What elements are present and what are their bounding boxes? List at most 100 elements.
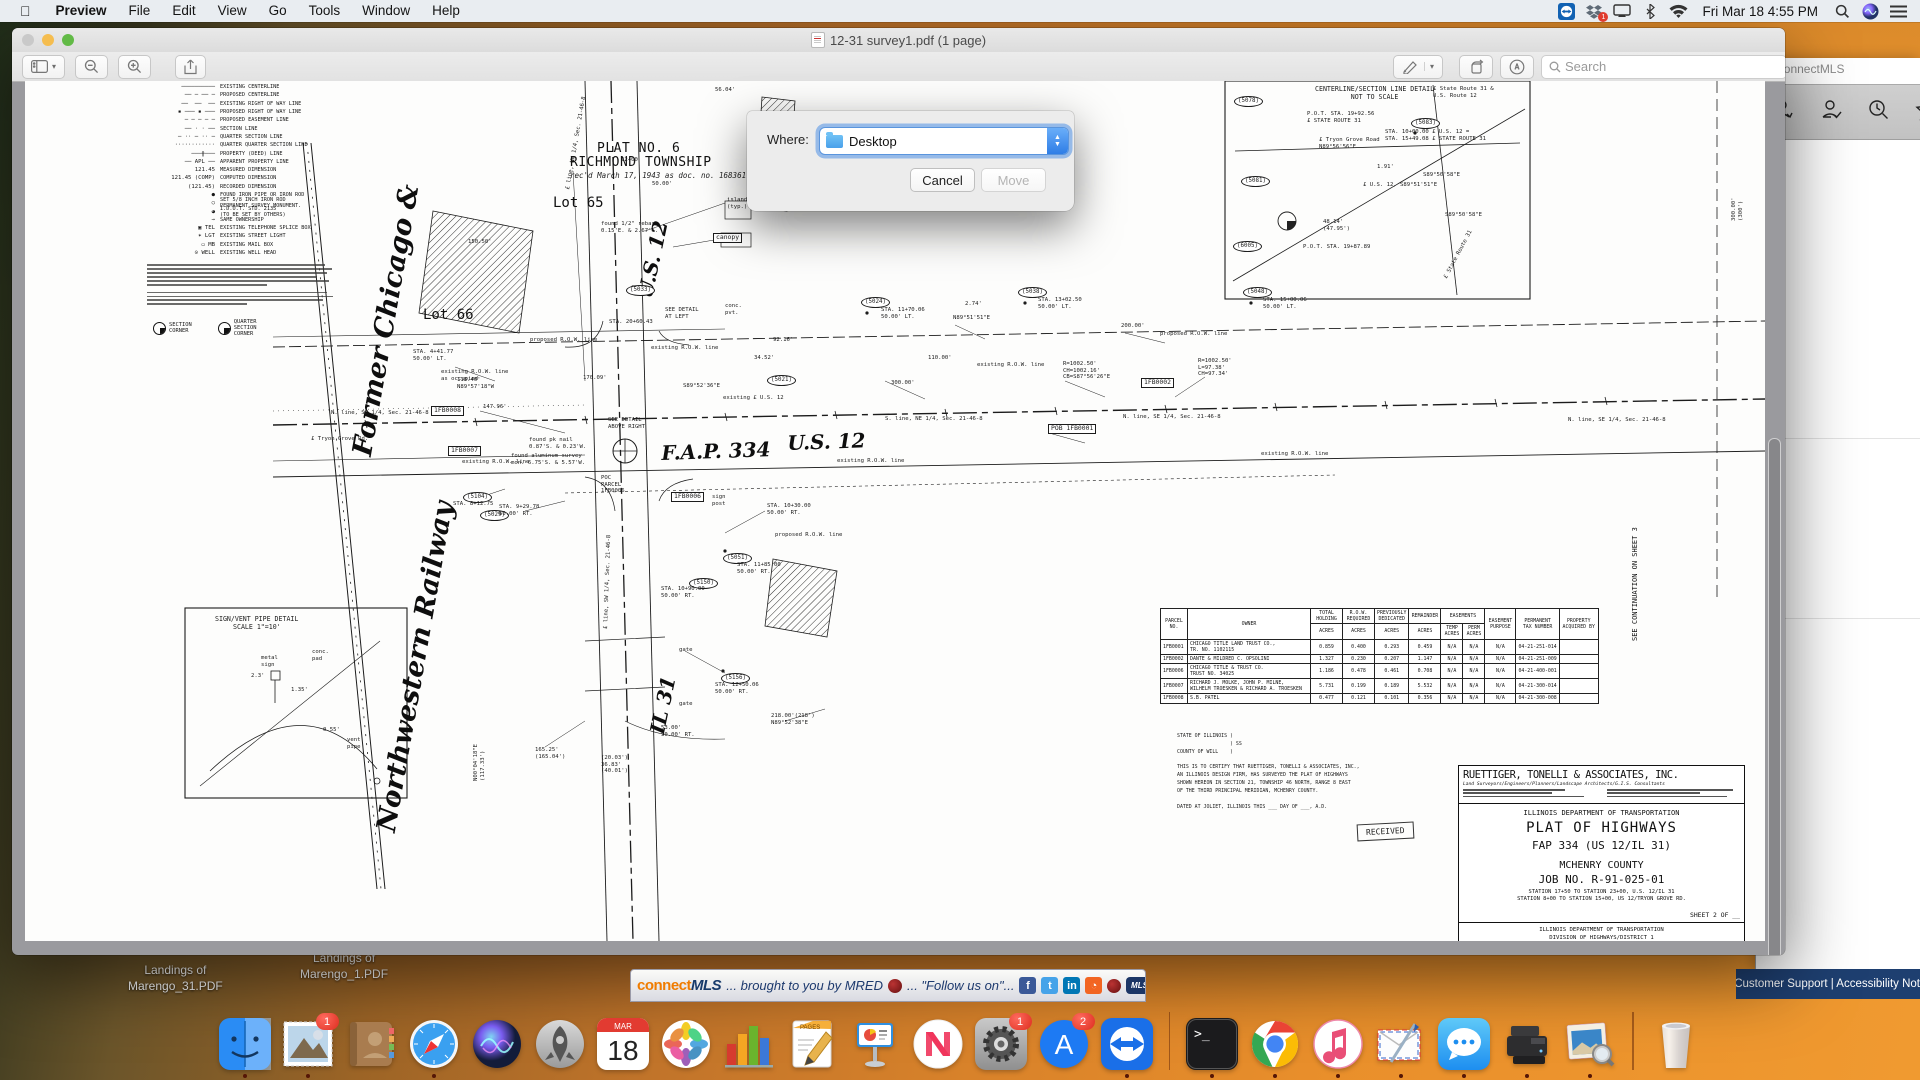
survey-annotation: STA. 15+00.06 50.00' LT. [1263,297,1307,310]
survey-annotation: 2.74' [965,301,982,308]
location-popup[interactable]: Desktop ▲▼ [819,127,1069,155]
display-status-icon[interactable] [1612,2,1632,20]
menu-help[interactable]: Help [421,0,471,22]
survey-annotation: existing R.O.W. line [1261,451,1328,458]
survey-annotation: vent pipe [347,737,360,750]
dock-icon-keynote[interactable] [849,1018,901,1070]
where-label: Where: [767,132,809,147]
legend-row: ── ─ ── ─PROPOSED CENTERLINE [141,91,311,99]
survey-annotation: 2.3' [251,673,264,680]
dock-icon-safari[interactable] [408,1018,460,1070]
dropbox-status-icon[interactable]: 1 [1584,2,1604,20]
desktop-screen:  Preview FileEditViewGoToolsWindowHelp … [0,0,1920,1080]
legend-row: ───╫───PROPERTY (DEED) LINE [141,149,311,157]
legend-row: 121.45 (COMP)COMPUTED DIMENSION [141,174,311,182]
detail-tr-title: CENTERLINE/SECTION LINE DETAILNOT TO SCA… [1315,85,1434,101]
menu-view[interactable]: View [207,0,258,22]
dock-icon-printer[interactable] [1501,1018,1553,1070]
survey-annotation: 22+00 [621,157,638,164]
drawing-label: Lot 65 [553,195,604,211]
dock-icon-app-store[interactable]: A2 [1038,1018,1090,1070]
zoom-button[interactable] [62,34,74,46]
markup-toolbar-button[interactable] [1500,55,1534,79]
survey-annotation: POB 1FB0001 [1048,424,1096,434]
cancel-button[interactable]: Cancel [910,168,975,192]
running-indicator [1525,1074,1529,1078]
vertical-scrollbar-thumb[interactable] [1768,438,1781,955]
menu-bar:  Preview FileEditViewGoToolsWindowHelp … [0,0,1920,22]
teamviewer-status-icon[interactable] [1556,2,1576,20]
menu-file[interactable]: File [118,0,162,22]
survey-annotation: R=1002.50' L=97.38' CH=97.34' [1198,358,1232,378]
survey-annotation: canopy [713,233,742,243]
menu-clock[interactable]: Fri Mar 18 4:55 PM [1696,4,1824,19]
survey-annotation: P.O.T. STA. 19+92.56 £ STATE ROUTE 31 [1307,111,1374,124]
legend-row: ─ ·· ─ ·· ─QUARTER SECTION LINE [141,133,311,141]
dock-icon-preview[interactable] [1564,1018,1616,1070]
dock-icon-news[interactable] [912,1018,964,1070]
dock-icon-siri[interactable] [471,1018,523,1070]
dock-icon-finder[interactable] [219,1018,271,1070]
menu-edit[interactable]: Edit [161,0,206,22]
dock-icon-messages[interactable] [1438,1018,1490,1070]
move-dialog-sheet: Where: Desktop ▲▼ Cancel Move [747,111,1074,211]
route-line: FAP 334 (US 12/IL 31) [1463,839,1740,852]
survey-annotation: STA. 11+85.00 50.00' RT. [737,562,781,575]
wifi-status-icon[interactable] [1668,2,1688,20]
dock-badge: 1 [316,1013,339,1030]
dock-separator [1169,1012,1171,1070]
title-bar[interactable]: 12-31 survey1.pdf (1 page) [12,28,1785,53]
menu-go[interactable]: Go [258,0,298,22]
legend-row: ──────────EXISTING CENTERLINE [141,83,311,91]
contact-check-icon[interactable] [1818,97,1844,128]
move-button[interactable]: Move [981,168,1046,192]
search-field[interactable]: Search [1541,55,1785,79]
dock-icon-teamviewer[interactable] [1101,1018,1153,1070]
zoom-in-button[interactable] [118,55,151,79]
rotate-button[interactable] [1459,55,1493,79]
menu-tools[interactable]: Tools [298,0,352,22]
legend-row: ▭ MBEXISTING MAIL BOX [141,241,311,249]
dock-icon-calendar[interactable]: MAR18 [597,1018,649,1070]
dock-icon-chrome[interactable] [1249,1018,1301,1070]
dock-icon-launchpad[interactable] [534,1018,586,1070]
search-history-icon[interactable] [1866,97,1892,128]
dock-icon-system-preferences[interactable]: 1 [975,1018,1027,1070]
favorites-star-icon[interactable] [1914,97,1920,128]
preview-toolbar: ▾ ▾ Search [12,52,1785,82]
dock-icon-trash[interactable] [1650,1018,1702,1070]
survey-annotation: found pk nail 0.87'S. & 0.23'W. [529,437,586,450]
menu-window[interactable]: Window [351,0,421,22]
survey-annotation: N89°51'51"E [953,315,990,322]
legend-row: ◕I.D.O.T. STD. 2135 (TO BE SET BY OTHERS… [141,207,311,215]
survey-annotation: 56.04' [715,87,735,94]
legend-row: ▪ ─── ▪ ───PROPOSED RIGHT OF WAY LINE [141,108,311,116]
customer-support-link[interactable]: Customer Support | Accessibility Not [1736,978,1920,990]
dock-icon-letter-opener[interactable] [1375,1018,1427,1070]
share-button[interactable] [175,55,206,79]
apple-menu-icon[interactable]:  [0,0,45,22]
dock-icon-mail[interactable]: 1 [282,1018,334,1070]
app-menu-preview[interactable]: Preview [45,0,118,22]
survey-annotation: 1FB0007 [448,446,481,456]
dock-icon-photos[interactable] [660,1018,712,1070]
dock-icon-pages[interactable]: PAGES [786,1018,838,1070]
running-indicator [1336,1074,1340,1078]
siri-menu-icon[interactable] [1860,2,1880,20]
bluetooth-status-icon[interactable] [1640,2,1660,20]
minimize-button[interactable] [42,34,54,46]
dock-icon-itunes[interactable] [1312,1018,1364,1070]
dock-icon-contacts[interactable] [345,1018,397,1070]
notification-center-icon[interactable] [1888,2,1908,20]
survey-annotation: proposed R.O.W. line [530,337,597,344]
dock-icon-numbers[interactable] [723,1018,775,1070]
zoom-out-button[interactable] [75,55,108,79]
markup-pen-button[interactable]: ▾ [1393,55,1443,79]
spotlight-icon[interactable] [1832,2,1852,20]
sidebar-view-button[interactable]: ▾ [22,55,65,79]
close-button[interactable] [22,34,34,46]
survey-annotation: STA. 10+30.00 50.00' RT. [767,503,811,516]
survey-annotation: existing £ U.S. 12 [723,395,784,402]
running-indicator [1462,1074,1466,1078]
dock-icon-terminal[interactable]: >_ [1186,1018,1238,1070]
